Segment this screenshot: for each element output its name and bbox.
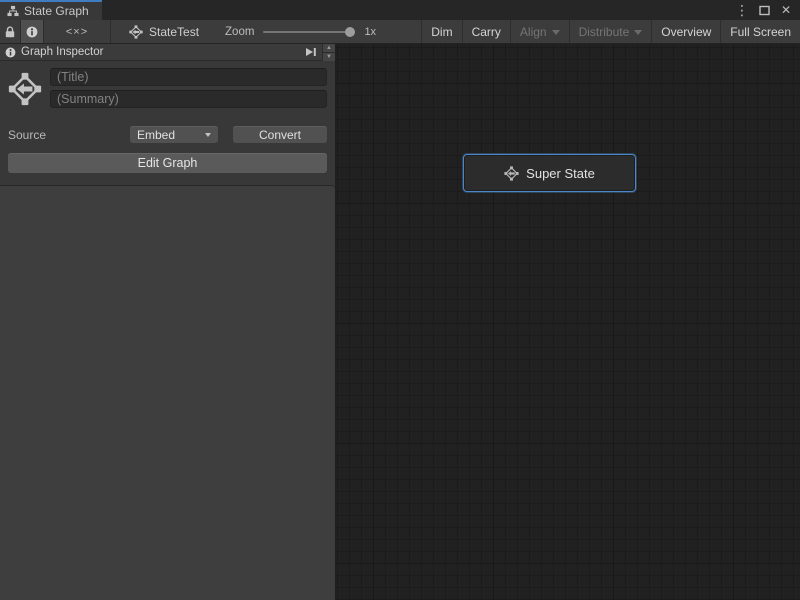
panel-title: Graph Inspector: [21, 46, 300, 58]
lock-button[interactable]: [0, 20, 21, 43]
dock-icon: [304, 46, 317, 58]
distribute-button[interactable]: Distribute: [569, 20, 652, 43]
distribute-button-label: Distribute: [579, 25, 630, 39]
zoom-value: 1x: [364, 26, 376, 38]
title-field[interactable]: [50, 68, 327, 86]
lock-icon: [5, 26, 15, 38]
align-button-label: Align: [520, 25, 547, 39]
panel-scroll-spinner: ▲ ▼: [322, 44, 335, 61]
zoom-control: Zoom 1x: [225, 20, 376, 43]
breadcrumb[interactable]: StateTest: [129, 20, 199, 43]
info-icon: [5, 47, 16, 58]
overview-button-label: Overview: [661, 25, 711, 39]
full-screen-button-label: Full Screen: [730, 25, 791, 39]
source-label: Source: [8, 128, 130, 142]
tab-bar: State Graph ⋮ ✕: [0, 0, 800, 20]
full-screen-button[interactable]: Full Screen: [720, 20, 800, 43]
tab-state-graph[interactable]: State Graph: [0, 0, 102, 20]
source-dropdown-value: Embed: [137, 128, 175, 142]
dim-button[interactable]: Dim: [421, 20, 461, 43]
zoom-slider[interactable]: [263, 25, 355, 39]
scroll-up-icon[interactable]: ▲: [323, 44, 335, 53]
super-state-icon: [8, 71, 42, 107]
breadcrumb-label: StateTest: [149, 25, 199, 39]
maximize-icon[interactable]: [756, 2, 772, 18]
window-menu-icon[interactable]: ⋮: [734, 2, 750, 18]
unity-window: State Graph ⋮ ✕ <×>: [0, 0, 800, 600]
convert-button[interactable]: Convert: [233, 126, 327, 143]
graph-canvas[interactable]: Super State: [336, 44, 800, 600]
toolbar-right-buttons: Dim Carry Align Distribute Overview Full…: [421, 20, 800, 43]
dim-button-label: Dim: [431, 25, 452, 39]
chevron-down-icon: [205, 133, 211, 137]
graph-inspector-header: Graph Inspector ▲ ▼: [0, 44, 335, 61]
convert-button-label: Convert: [259, 128, 301, 142]
scroll-down-icon[interactable]: ▼: [323, 53, 335, 61]
chevron-down-icon: [552, 30, 560, 35]
source-dropdown[interactable]: Embed: [130, 126, 218, 143]
inspector-toggle-button[interactable]: [21, 20, 44, 43]
super-state-node[interactable]: Super State: [463, 154, 636, 192]
main-content: Graph Inspector ▲ ▼: [0, 44, 800, 600]
dock-panel-button[interactable]: [300, 45, 320, 60]
align-button[interactable]: Align: [510, 20, 569, 43]
close-icon[interactable]: ✕: [778, 2, 794, 18]
inspector-fields-section: Source Embed Convert Edit Graph: [0, 61, 335, 185]
graph-hierarchy-icon: [7, 5, 19, 17]
carry-button[interactable]: Carry: [462, 20, 510, 43]
summary-field[interactable]: [50, 90, 327, 108]
code-icon: <×>: [66, 26, 88, 38]
tab-label: State Graph: [24, 4, 89, 18]
zoom-slider-track: [263, 31, 355, 33]
source-row: Source Embed Convert: [8, 126, 327, 143]
zoom-slider-thumb[interactable]: [345, 27, 355, 37]
state-graph-icon: [129, 25, 143, 39]
carry-button-label: Carry: [472, 25, 501, 39]
chevron-down-icon: [634, 30, 642, 35]
node-label: Super State: [526, 166, 595, 181]
window-controls: ⋮ ✕: [734, 0, 800, 20]
info-icon: [26, 26, 38, 38]
edit-graph-button[interactable]: Edit Graph: [8, 153, 327, 173]
edit-graph-button-label: Edit Graph: [138, 156, 198, 170]
graph-inspector-panel: Graph Inspector ▲ ▼: [0, 44, 336, 600]
state-icon: [504, 166, 519, 181]
zoom-label: Zoom: [225, 26, 254, 38]
inspector-empty-area: [0, 185, 335, 600]
overview-button[interactable]: Overview: [651, 20, 720, 43]
graph-toolbar: <×> StateTest Zoom 1x Dim: [0, 20, 800, 44]
view-source-button[interactable]: <×>: [44, 20, 111, 43]
